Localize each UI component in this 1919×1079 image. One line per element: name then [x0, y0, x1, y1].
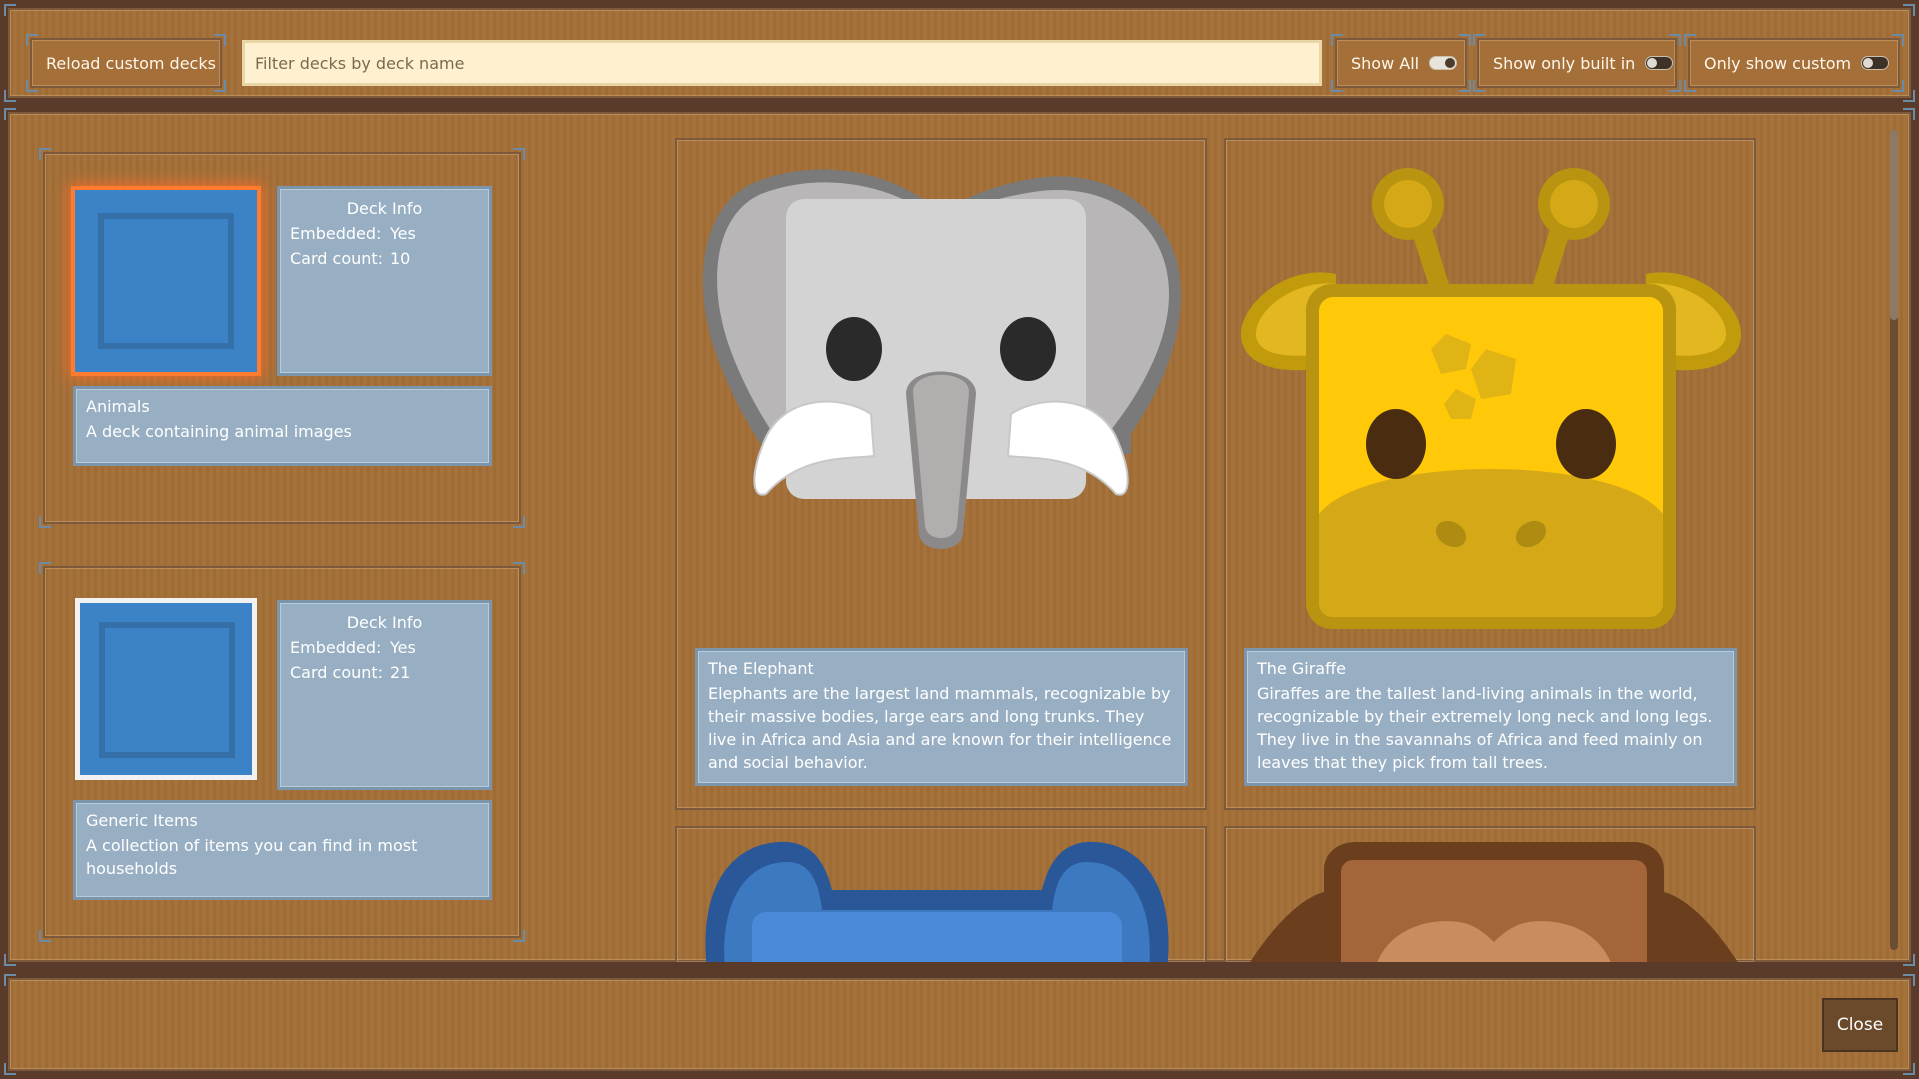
giraffe-icon [1236, 154, 1746, 644]
search-placeholder: Filter decks by deck name [255, 53, 465, 73]
deck-name: Animals [86, 397, 150, 416]
deck-item-animals[interactable]: Deck Info Embedded: Yes Card count: 10 Ani… [39, 148, 525, 528]
show-only-built-in-label: Show only built in [1493, 53, 1636, 73]
deck-browser: Deck Info Embedded: Yes Card count: 10 Ani… [4, 108, 1915, 966]
deck-info-title: Deck Info [346, 613, 423, 632]
deck-name: Generic Items [86, 811, 198, 830]
deck-description-panel: Animals A deck containing animal images [73, 386, 492, 466]
card-monkey[interactable] [1224, 826, 1756, 962]
frame-corner [4, 90, 16, 102]
show-all-toggle[interactable]: Show All [1331, 34, 1471, 92]
only-show-custom-toggle[interactable]: Only show custom [1684, 34, 1904, 92]
reload-custom-decks-button[interactable]: Reload custom decks [26, 34, 226, 92]
card-description-panel: The Giraffe Giraffes are the tallest lan… [1244, 648, 1737, 786]
deck-info-panel: Deck Info Embedded: Yes Card count: 21 [277, 600, 492, 790]
deck-info-panel: Deck Info Embedded: Yes Card count: 10 [277, 186, 492, 376]
card-giraffe[interactable]: The Giraffe Giraffes are the tallest lan… [1224, 138, 1756, 810]
card-hippo[interactable] [675, 826, 1207, 962]
close-label: Close [1836, 1015, 1884, 1035]
card-text: Giraffes are the tallest land-living ani… [1257, 684, 1713, 772]
deck-thumbnail[interactable] [75, 190, 257, 372]
only-show-custom-switch[interactable] [1861, 56, 1890, 70]
card-description-panel: The Elephant Elephants are the largest l… [695, 648, 1188, 786]
card-text: Elephants are the largest land mammals, … [708, 684, 1172, 772]
card-title: The Giraffe [1257, 659, 1346, 678]
deck-description-panel: Generic Items A collection of items you … [73, 800, 492, 900]
toolbar: Reload custom decks Filter decks by deck… [4, 4, 1915, 102]
embedded-key: Embedded: [290, 638, 382, 657]
deck-filter-input[interactable]: Filter decks by deck name [242, 40, 1322, 86]
frame-corner [1903, 4, 1915, 16]
deck-item-generic-items[interactable]: Deck Info Embedded: Yes Card count: 21 Gen… [39, 562, 525, 942]
hippo-icon [697, 840, 1187, 962]
card-count-key: Card count: [290, 663, 384, 682]
embedded-value: Yes [390, 224, 416, 243]
only-show-custom-label: Only show custom [1704, 53, 1852, 73]
content-scrollbar[interactable] [1890, 130, 1898, 950]
embedded-key: Embedded: [290, 224, 382, 243]
show-only-built-in-toggle[interactable]: Show only built in [1473, 34, 1681, 92]
close-button[interactable]: Close [1822, 998, 1898, 1052]
scrollbar-thumb[interactable] [1890, 130, 1898, 320]
card-count-value: 10 [390, 249, 411, 268]
card-elephant[interactable]: The Elephant Elephants are the largest l… [675, 138, 1207, 810]
frame-corner [4, 4, 16, 16]
show-all-label: Show All [1351, 53, 1420, 73]
card-title: The Elephant [708, 659, 814, 678]
frame-corner [1903, 90, 1915, 102]
reload-label: Reload custom decks [46, 53, 216, 73]
elephant-icon [691, 154, 1191, 564]
deck-thumbnail[interactable] [75, 598, 257, 780]
show-only-built-in-switch[interactable] [1645, 56, 1674, 70]
monkey-icon [1244, 842, 1744, 962]
deck-info-title: Deck Info [346, 199, 423, 218]
deck-description: A collection of items you can find in mo… [86, 836, 418, 878]
embedded-value: Yes [390, 638, 416, 657]
show-all-switch[interactable] [1429, 56, 1458, 70]
card-count-key: Card count: [290, 249, 384, 268]
card-count-value: 21 [390, 663, 411, 682]
footer-bar: Close [4, 974, 1915, 1075]
deck-description: A deck containing animal images [86, 422, 352, 441]
